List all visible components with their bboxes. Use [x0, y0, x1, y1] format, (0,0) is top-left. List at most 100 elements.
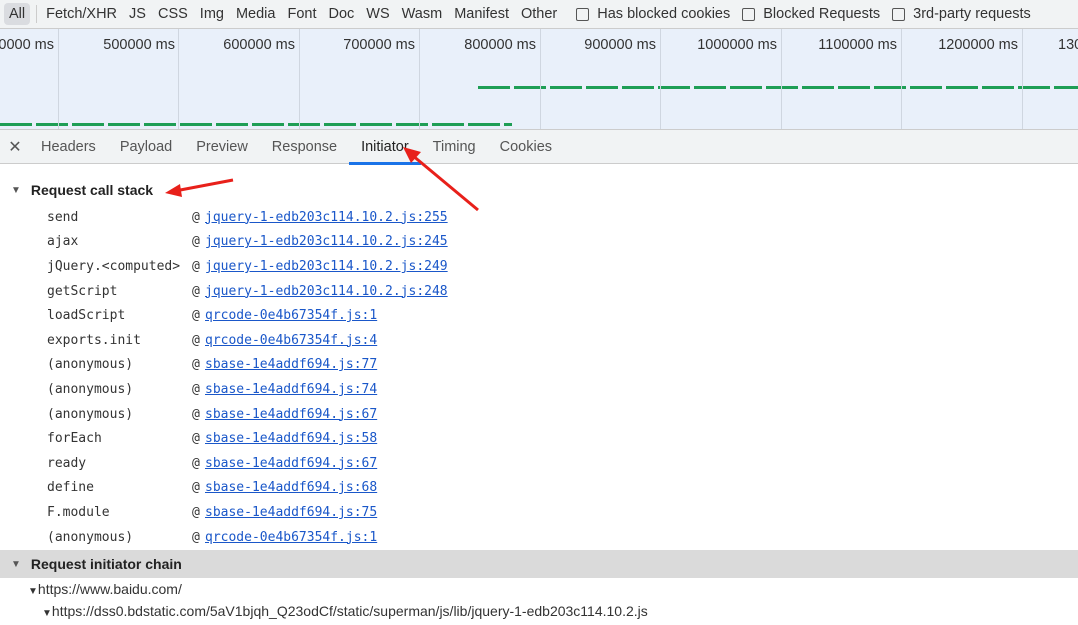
source-link[interactable]: jquery-1-edb203c114.10.2.js:245	[205, 234, 448, 249]
filter-bar: All Fetch/XHR JS CSS Img Media Font Doc WS Wasm Ma…	[0, 0, 1078, 29]
detail-tabs: ✕ Headers Payload Preview Response Initiator…	[0, 130, 1078, 165]
divider	[36, 5, 38, 23]
function-name: getScript	[47, 283, 118, 299]
filter-ws[interactable]: WS	[361, 3, 394, 25]
close-icon[interactable]: ✕	[1, 137, 29, 157]
filter-js[interactable]: JS	[124, 3, 151, 25]
source-link[interactable]: qrcode-0e4b67354f.js:1	[205, 308, 377, 323]
checkbox-icon[interactable]	[742, 7, 756, 21]
request-bar	[478, 86, 1078, 89]
function-name: loadScript	[47, 308, 126, 324]
checkbox-item[interactable]: Has blocked cookies	[576, 6, 730, 22]
timeline-label: 1300000 ms	[1058, 37, 1078, 53]
source-link[interactable]: sbase-1e4addf694.js:67	[205, 407, 377, 422]
stack-frame: forEach @ sbase-1e4addf694.js:58	[0, 426, 448, 451]
at-symbol: @	[192, 455, 200, 471]
section-title: Request call stack	[30, 182, 154, 198]
request-bar	[0, 123, 512, 126]
tab-initiator[interactable]: Initiator	[349, 130, 421, 165]
call-stack-header[interactable]: ▼ Request call stack	[0, 175, 1078, 205]
source-link[interactable]: jquery-1-edb203c114.10.2.js:249	[205, 259, 448, 274]
checkbox-label: Blocked Requests	[763, 6, 881, 22]
function-name: (anonymous)	[47, 529, 134, 545]
function-name: ready	[47, 455, 87, 471]
tab-payload[interactable]: Payload	[108, 130, 184, 164]
filter-media[interactable]: Media	[231, 3, 281, 25]
tab-headers[interactable]: Headers	[29, 130, 108, 164]
source-link[interactable]: sbase-1e4addf694.js:75	[205, 505, 377, 520]
filter-doc[interactable]: Doc	[323, 3, 359, 25]
stack-frame: (anonymous) @ qrcode-0e4b67354f.js:1	[0, 525, 448, 550]
function-name: F.module	[47, 504, 110, 520]
at-symbol: @	[192, 209, 200, 225]
at-symbol: @	[192, 406, 200, 422]
tab-preview[interactable]: Preview	[184, 130, 260, 164]
at-symbol: @	[192, 308, 200, 324]
at-symbol: @	[192, 431, 200, 447]
stack-frame: (anonymous) @ sbase-1e4addf694.js:67	[0, 402, 448, 427]
source-link[interactable]: jquery-1-edb203c114.10.2.js:255	[205, 210, 448, 225]
source-link[interactable]: qrcode-0e4b67354f.js:4	[205, 333, 377, 348]
timeline-label: 1000000 ms	[697, 37, 777, 53]
stack-frame: getScript @ jquery-1-edb203c114.10.2.js:24…	[0, 279, 448, 304]
at-symbol: @	[192, 258, 200, 274]
stack-frame: send @ jquery-1-edb203c114.10.2.js:255	[0, 205, 448, 230]
filter-other[interactable]: Other	[516, 3, 562, 25]
timeline-label: 0000 ms	[0, 37, 54, 53]
stack-frame: define @ sbase-1e4addf694.js:68	[0, 476, 448, 501]
timeline-label: 900000 ms	[584, 37, 656, 53]
function-name: (anonymous)	[47, 357, 134, 373]
source-link[interactable]: jquery-1-edb203c114.10.2.js:248	[205, 284, 448, 299]
tab-response[interactable]: Response	[260, 130, 349, 164]
chain-url: https://dss0.bdstatic.com/5aV1bjqh_Q23od…	[51, 603, 648, 619]
source-link[interactable]: sbase-1e4addf694.js:67	[205, 456, 377, 471]
section-title: Request initiator chain	[30, 556, 182, 572]
filter-img[interactable]: Img	[195, 3, 229, 25]
function-name: (anonymous)	[47, 406, 134, 422]
filter-css[interactable]: CSS	[153, 3, 193, 25]
timeline-label: 1200000 ms	[938, 37, 1018, 53]
initiator-chain-header[interactable]: ▼ Request initiator chain	[0, 550, 1078, 578]
triangle-down-icon: ▼	[11, 184, 21, 196]
at-symbol: @	[192, 332, 200, 348]
filter-fetchxhr[interactable]: Fetch/XHR	[41, 3, 122, 25]
function-name: jQuery.<computed>	[47, 258, 181, 274]
source-link[interactable]: sbase-1e4addf694.js:74	[205, 382, 377, 397]
filter-wasm[interactable]: Wasm	[397, 3, 448, 25]
function-name: (anonymous)	[47, 381, 134, 397]
filter-all[interactable]: All	[4, 3, 31, 25]
at-symbol: @	[192, 529, 200, 545]
chain-item[interactable]: ▼https://www.baidu.com/	[0, 578, 648, 600]
stack-frame: F.module @ sbase-1e4addf694.js:75	[0, 500, 448, 525]
chain-item[interactable]: ▼https://dss0.bdstatic.com/5aV1bjqh_Q23o…	[0, 600, 648, 622]
gridline	[1022, 29, 1023, 129]
function-name: send	[47, 209, 79, 225]
checkbox-label: Has blocked cookies	[597, 6, 731, 22]
filter-manifest[interactable]: Manifest	[449, 3, 514, 25]
checkbox-item[interactable]: 3rd-party requests	[892, 6, 1031, 22]
timeline-label: 500000 ms	[103, 37, 175, 53]
stack-frame: ready @ sbase-1e4addf694.js:67	[0, 451, 448, 476]
at-symbol: @	[192, 480, 200, 496]
chain-url: https://www.baidu.com/	[37, 581, 182, 597]
tab-timing[interactable]: Timing	[421, 130, 488, 164]
stack-frame: ajax @ jquery-1-edb203c114.10.2.js:245	[0, 230, 448, 255]
filter-font[interactable]: Font	[282, 3, 321, 25]
overview-timeline[interactable]: 0000 ms 500000 ms 600000 ms 700000 ms 800000…	[0, 29, 1078, 130]
function-name: ajax	[47, 234, 79, 250]
triangle-down-icon: ▼	[11, 558, 21, 570]
at-symbol: @	[192, 234, 200, 250]
stack-frame: (anonymous) @ sbase-1e4addf694.js:77	[0, 353, 448, 378]
at-symbol: @	[192, 283, 200, 299]
timeline-label: 800000 ms	[464, 37, 536, 53]
source-link[interactable]: sbase-1e4addf694.js:58	[205, 431, 377, 446]
source-link[interactable]: sbase-1e4addf694.js:77	[205, 357, 377, 372]
checkbox-icon[interactable]	[892, 7, 906, 21]
checkbox-label: 3rd-party requests	[913, 6, 1031, 22]
stack-frame: jQuery.<computed> @ jquery-1-edb203c114.10…	[0, 254, 448, 279]
source-link[interactable]: sbase-1e4addf694.js:68	[205, 480, 377, 495]
checkbox-icon[interactable]	[576, 7, 590, 21]
checkbox-item[interactable]: Blocked Requests	[742, 6, 880, 22]
tab-cookies[interactable]: Cookies	[488, 130, 564, 164]
source-link[interactable]: qrcode-0e4b67354f.js:1	[205, 530, 377, 545]
